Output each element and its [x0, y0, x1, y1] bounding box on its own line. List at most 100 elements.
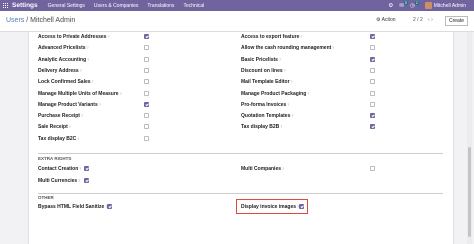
- help-tooltip-icon[interactable]: ?: [307, 92, 309, 96]
- field-label: Lock Confirmed Sales: [38, 79, 91, 86]
- left-right-checkbox[interactable]: [144, 113, 149, 119]
- divider: [38, 153, 443, 154]
- apps-menu-button[interactable]: [0, 0, 12, 11]
- right-right-field: Allow the cash rounding management?: [241, 43, 334, 53]
- field-label: Basic Pricelists: [241, 56, 278, 63]
- help-tooltip-icon[interactable]: ?: [87, 58, 89, 62]
- right-right-checkbox[interactable]: [370, 34, 375, 39]
- chevron-right-icon[interactable]: ›: [431, 17, 433, 23]
- menu-technical[interactable]: Technical: [183, 3, 204, 9]
- pager-value[interactable]: 2 / 2: [413, 17, 423, 23]
- checkbox-contact-creation[interactable]: [84, 166, 89, 171]
- field-label: Quotation Templates: [241, 113, 291, 120]
- help-tooltip-icon[interactable]: ?: [69, 125, 71, 129]
- field-label: Allow the cash rounding management: [241, 45, 332, 52]
- left-right-field: Manage Multiple Units of Measure?: [38, 89, 122, 99]
- checkbox-multi-companies[interactable]: [370, 166, 375, 171]
- activity-clock-icon[interactable]: ◷ 2: [410, 0, 419, 9]
- left-right-checkbox[interactable]: [144, 101, 149, 107]
- right-right-checkbox[interactable]: [370, 56, 375, 62]
- right-right-field: Tax display B2B?: [241, 122, 282, 132]
- right-right-field: Quotation Templates?: [241, 111, 293, 121]
- help-tooltip-icon[interactable]: ?: [92, 80, 94, 84]
- field-multi-currencies: Multi Currencies?: [38, 178, 81, 184]
- bug-icon[interactable]: ⚙: [388, 3, 393, 9]
- menu-users-companies[interactable]: Users & Companies: [94, 3, 138, 9]
- right-right-checkbox[interactable]: [370, 67, 375, 73]
- left-right-checkbox[interactable]: [144, 34, 149, 39]
- chevron-left-icon[interactable]: ‹: [428, 17, 430, 23]
- help-tooltip-icon[interactable]: ?: [300, 35, 302, 39]
- menu-general-settings[interactable]: General Settings: [48, 3, 85, 9]
- left-right-checkbox[interactable]: [144, 79, 149, 85]
- field-multi-companies: Multi Companies?: [241, 166, 284, 172]
- help-tooltip-icon[interactable]: ?: [287, 103, 289, 107]
- checkbox-multi-currencies[interactable]: [84, 178, 89, 183]
- right-right-checkbox[interactable]: [370, 113, 375, 119]
- right-right-field: Manage Product Packaging?: [241, 89, 309, 99]
- top-navbar: Settings General Settings Users & Compan…: [0, 0, 474, 11]
- scrollbar-thumb[interactable]: [468, 147, 471, 237]
- left-right-checkbox[interactable]: [144, 90, 149, 96]
- left-right-field: Analytic Accounting?: [38, 55, 89, 65]
- help-tooltip-icon[interactable]: ?: [280, 125, 282, 129]
- activity-badge: 2: [414, 0, 419, 5]
- divider: [38, 193, 443, 194]
- help-tooltip-icon[interactable]: ?: [284, 69, 286, 73]
- avatar: [424, 2, 432, 9]
- scrollbar[interactable]: [467, 32, 472, 244]
- right-right-checkbox[interactable]: [370, 79, 375, 85]
- help-tooltip-icon[interactable]: ?: [291, 114, 293, 118]
- help-tooltip-icon[interactable]: ?: [107, 35, 109, 39]
- right-right-checkbox[interactable]: [370, 90, 375, 96]
- help-tooltip-icon[interactable]: ?: [87, 46, 89, 50]
- action-button[interactable]: ⚙ Action: [376, 17, 396, 23]
- app-title: Settings: [12, 2, 38, 9]
- left-right-checkbox[interactable]: [144, 135, 149, 141]
- left-right-field: Lock Confirmed Sales?: [38, 77, 93, 87]
- help-tooltip-icon[interactable]: ?: [81, 114, 83, 118]
- apps-grid-icon: [3, 2, 9, 9]
- left-right-checkbox[interactable]: [144, 124, 149, 130]
- help-tooltip-icon[interactable]: ?: [99, 103, 101, 107]
- left-right-checkbox[interactable]: [144, 45, 149, 51]
- checkbox-bypass-html-sanitize[interactable]: [107, 204, 112, 209]
- right-right-field: Access to export feature?: [241, 32, 302, 42]
- right-right-checkbox[interactable]: [370, 101, 375, 107]
- left-right-field: Tax display B2C?: [38, 134, 79, 144]
- field-label: Tax display B2C: [38, 135, 77, 142]
- right-right-field: Mail Template Editor?: [241, 77, 292, 87]
- breadcrumb-users[interactable]: Users: [6, 17, 24, 24]
- help-tooltip-icon[interactable]: ?: [80, 69, 82, 73]
- help-tooltip-icon[interactable]: ?: [77, 137, 79, 141]
- left-right-field: Manage Product Variants?: [38, 100, 101, 110]
- help-tooltip-icon[interactable]: ?: [332, 46, 334, 50]
- field-label: Tax display B2B: [241, 124, 280, 131]
- field-label: Access to export feature: [241, 34, 300, 40]
- left-right-field: Sale Receipt?: [38, 122, 71, 132]
- field-label: Mail Template Editor: [241, 79, 290, 86]
- create-button[interactable]: Create: [445, 16, 468, 26]
- help-tooltip-icon[interactable]: ?: [120, 92, 122, 96]
- field-label: Sale Receipt: [38, 124, 68, 131]
- messages-icon[interactable]: ✉ 5: [399, 0, 408, 9]
- left-right-field: Purchase Receipt?: [38, 111, 83, 121]
- left-right-field: Delivery Address?: [38, 66, 82, 76]
- help-tooltip-icon[interactable]: ?: [291, 80, 293, 84]
- right-right-field: Discount on lines?: [241, 66, 286, 76]
- field-label: Pro-forma Invoices: [241, 101, 287, 108]
- left-right-checkbox[interactable]: [144, 67, 149, 73]
- section-other: OTHER: [38, 195, 54, 200]
- user-menu[interactable]: Mitchell Admin: [424, 2, 466, 9]
- help-tooltip-icon[interactable]: ?: [279, 58, 281, 62]
- right-right-checkbox[interactable]: [370, 124, 375, 130]
- section-extra-rights: EXTRA RIGHTS: [38, 156, 72, 161]
- left-right-checkbox[interactable]: [144, 56, 149, 62]
- field-label: Analytic Accounting: [38, 56, 87, 63]
- action-label: Action: [381, 17, 396, 23]
- menu-translations[interactable]: Translations: [147, 3, 174, 9]
- control-panel: Users / Mitchell Admin ⚙ Action 2 / 2 ‹ …: [0, 11, 474, 32]
- field-label: Discount on lines: [241, 67, 283, 74]
- right-right-checkbox[interactable]: [370, 45, 375, 51]
- field-label: Manage Product Packaging: [241, 90, 307, 97]
